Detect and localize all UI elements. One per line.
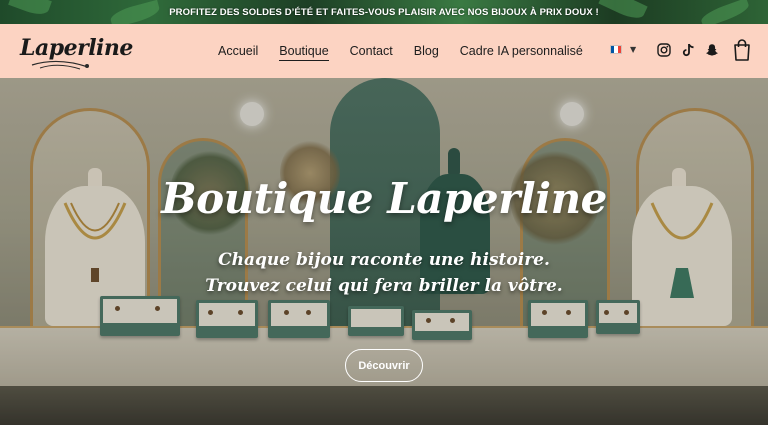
hero-subtitle-line2: Trouvez celui qui fera briller la vôtre. <box>205 276 563 296</box>
nav-blog[interactable]: Blog <box>414 42 439 60</box>
announcement-text: PROFITEZ DES SOLDES D’ÉTÉ ET FAITES-VOUS… <box>169 6 599 18</box>
logo-text: Laperline <box>20 35 133 61</box>
france-flag-icon <box>610 45 622 54</box>
announcement-bar: PROFITEZ DES SOLDES D’ÉTÉ ET FAITES-VOUS… <box>0 0 768 24</box>
leaf-decoration <box>699 0 751 24</box>
snapchat-icon[interactable] <box>704 42 720 58</box>
tiktok-icon[interactable] <box>680 42 696 58</box>
leaf-decoration <box>598 0 648 23</box>
hero-title: Boutique Laperline <box>161 174 607 223</box>
hero-banner: Boutique Laperline Chaque bijou raconte … <box>0 78 768 425</box>
social-links <box>656 42 720 58</box>
logo[interactable]: Laperline <box>18 29 133 73</box>
site-header: Laperline Accueil Boutique Contact Blog … <box>0 24 768 78</box>
nav-accueil[interactable]: Accueil <box>218 42 258 60</box>
nav-cadre-ia[interactable]: Cadre IA personnalisé <box>460 42 583 60</box>
nav-boutique[interactable]: Boutique <box>279 42 329 61</box>
discover-button[interactable]: Découvrir <box>345 349 423 382</box>
instagram-icon[interactable] <box>656 42 672 58</box>
language-selector[interactable]: ▼ <box>610 45 636 54</box>
hero-subtitle-line1: Chaque bijou raconte une histoire. <box>218 250 550 270</box>
nav-contact[interactable]: Contact <box>350 42 393 60</box>
main-nav: Accueil Boutique Contact Blog Cadre IA p… <box>218 24 604 78</box>
shopping-bag-icon[interactable] <box>733 39 751 61</box>
leaf-decoration <box>108 0 162 24</box>
leaf-decoration <box>8 0 52 19</box>
caret-down-icon: ▼ <box>630 45 637 54</box>
